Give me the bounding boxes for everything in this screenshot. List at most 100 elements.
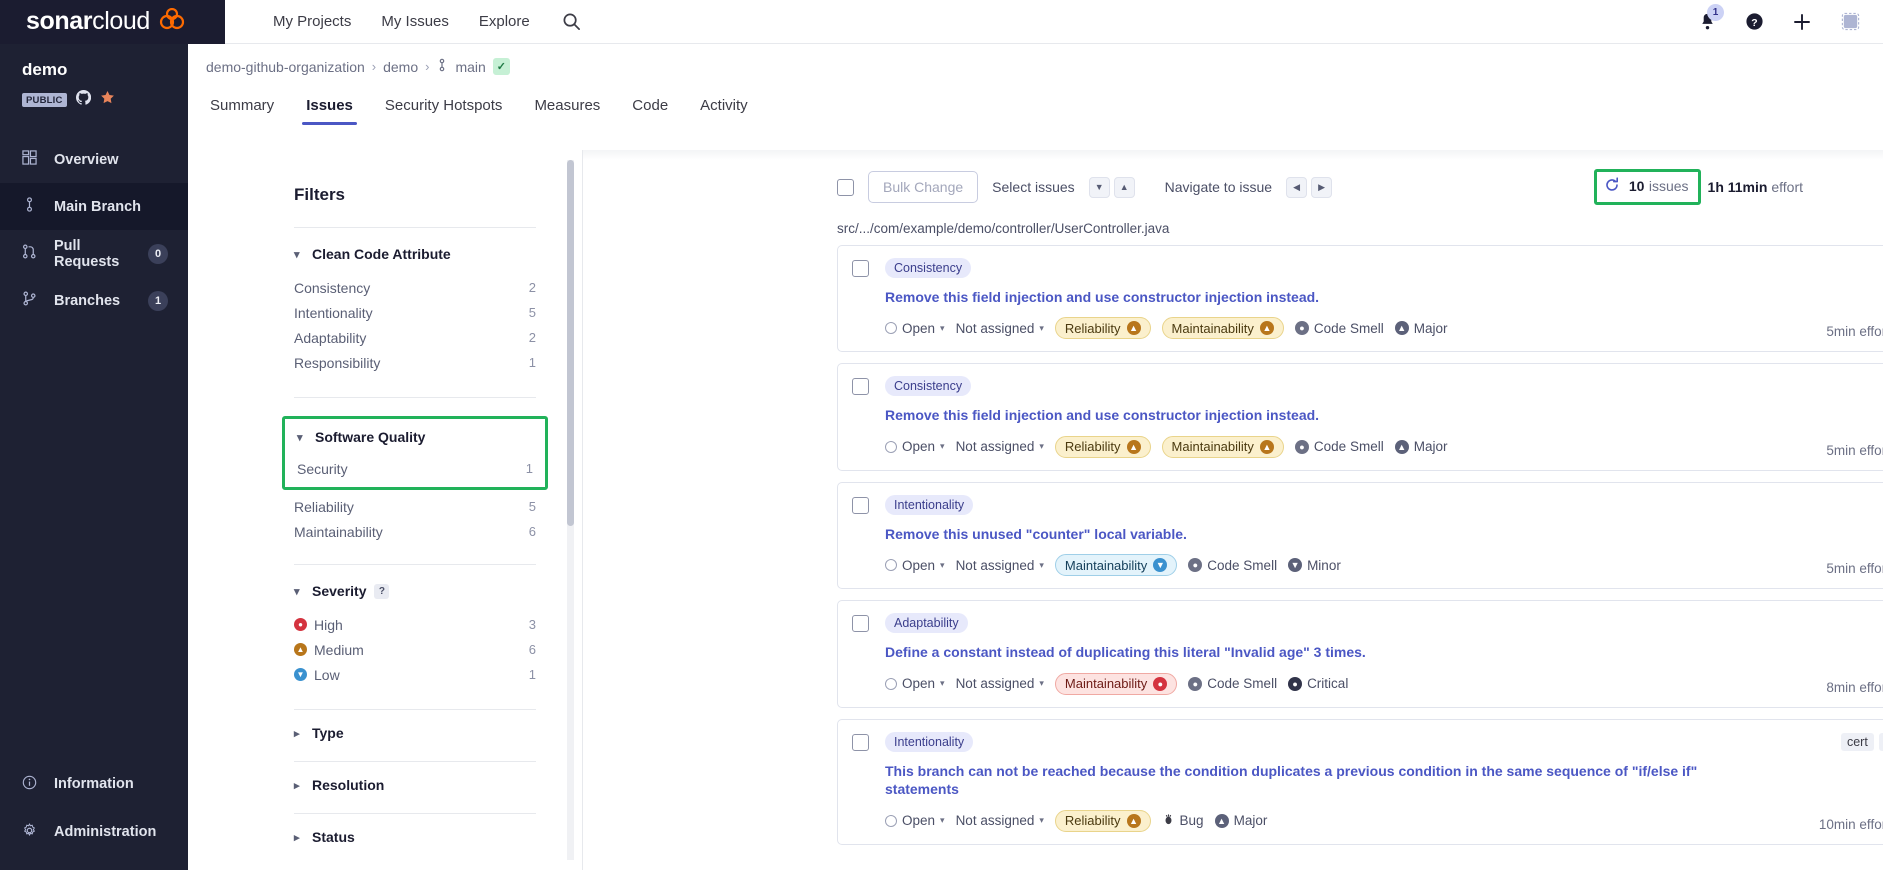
breadcrumb-org[interactable]: demo-github-organization bbox=[206, 59, 365, 75]
issue-card[interactable]: Intentionality Remove this unused "count… bbox=[837, 482, 1883, 589]
issue-message-link[interactable]: Define a constant instead of duplicating… bbox=[885, 643, 1720, 661]
issue-assignee-dropdown[interactable]: Not assigned▾ bbox=[956, 558, 1044, 573]
issue-message-link[interactable]: Remove this field injection and use cons… bbox=[885, 288, 1720, 306]
issue-checkbox[interactable] bbox=[852, 615, 869, 632]
breadcrumb-project[interactable]: demo bbox=[383, 59, 418, 75]
top-bar: sonarcloud My Projects My Issues Explore… bbox=[0, 0, 1883, 44]
filter-group-header[interactable]: ▸ Resolution bbox=[294, 777, 536, 793]
tab-activity[interactable]: Activity bbox=[684, 97, 764, 125]
tab-code[interactable]: Code bbox=[616, 97, 684, 125]
filter-group-type[interactable]: ▸ Type bbox=[294, 710, 536, 741]
filter-group-header[interactable]: ▸ Type bbox=[294, 725, 536, 741]
issue-message-link[interactable]: This branch can not be reached because t… bbox=[885, 762, 1720, 799]
select-next-issue-button[interactable]: ▼ bbox=[1089, 177, 1110, 198]
sidebar-item-pull-requests[interactable]: Pull Requests 0 bbox=[0, 230, 188, 277]
help-icon[interactable]: ? bbox=[1745, 12, 1764, 31]
filter-item-reliability[interactable]: Reliability 5 bbox=[294, 494, 536, 519]
filter-group-header[interactable]: ▸ Status bbox=[294, 829, 536, 845]
issue-card[interactable]: Consistency Remove this field injection … bbox=[837, 245, 1883, 352]
software-quality-badge-maintainability[interactable]: Maintainability▼ bbox=[1055, 554, 1177, 576]
filter-item-maintainability[interactable]: Maintainability 6 bbox=[294, 519, 536, 544]
software-quality-badge-reliability[interactable]: Reliability▲ bbox=[1055, 436, 1151, 458]
quality-label: Maintainability bbox=[1172, 439, 1254, 454]
open-status-icon bbox=[885, 815, 897, 827]
filter-item-low[interactable]: ▼ Low 1 bbox=[294, 662, 536, 687]
github-icon[interactable] bbox=[76, 90, 91, 110]
refresh-icon[interactable] bbox=[1604, 177, 1620, 197]
filter-item-adaptability[interactable]: Adaptability 2 bbox=[294, 325, 536, 350]
filter-item-high[interactable]: ● High 3 bbox=[294, 612, 536, 637]
issue-message-link[interactable]: Remove this unused "counter" local varia… bbox=[885, 525, 1720, 543]
filter-group-resolution[interactable]: ▸ Resolution bbox=[294, 762, 536, 793]
severity-help-icon[interactable]: ? bbox=[374, 584, 389, 599]
issue-checkbox[interactable] bbox=[852, 378, 869, 395]
breadcrumb-branch[interactable]: main bbox=[455, 59, 485, 75]
clean-code-attribute-badge[interactable]: Consistency bbox=[885, 376, 971, 396]
tab-security-hotspots[interactable]: Security Hotspots bbox=[369, 97, 519, 125]
software-quality-badge-maintainability[interactable]: Maintainability▲ bbox=[1162, 317, 1284, 339]
software-quality-badge-reliability[interactable]: Reliability▲ bbox=[1055, 810, 1151, 832]
issue-status-dropdown[interactable]: Open▾ bbox=[885, 321, 945, 336]
issue-checkbox[interactable] bbox=[852, 497, 869, 514]
filter-item-medium[interactable]: ▲ Medium 6 bbox=[294, 637, 536, 662]
issue-status-dropdown[interactable]: Open▾ bbox=[885, 813, 945, 828]
sidebar-item-main-branch[interactable]: Main Branch bbox=[0, 183, 188, 230]
issue-tag[interactable]: pitfall bbox=[1879, 733, 1883, 751]
issue-tag[interactable]: cert bbox=[1841, 733, 1874, 751]
tab-summary[interactable]: Summary bbox=[206, 97, 290, 125]
navigate-next-button[interactable]: ▶ bbox=[1311, 177, 1332, 198]
favorite-star-icon[interactable] bbox=[100, 90, 115, 110]
issue-message-link[interactable]: Remove this field injection and use cons… bbox=[885, 406, 1720, 424]
clean-code-attribute-badge[interactable]: Adaptability bbox=[885, 613, 968, 633]
sidebar-item-overview[interactable]: Overview bbox=[0, 136, 188, 183]
clean-code-attribute-badge[interactable]: Intentionality bbox=[885, 732, 973, 752]
notifications-bell-icon[interactable]: 1 bbox=[1698, 12, 1717, 31]
filter-group-header[interactable]: ▾ Software Quality bbox=[297, 429, 533, 445]
bulk-change-button[interactable]: Bulk Change bbox=[868, 171, 978, 203]
select-all-checkbox[interactable] bbox=[837, 179, 854, 196]
clean-code-attribute-badge[interactable]: Consistency bbox=[885, 258, 971, 278]
issue-card[interactable]: Consistency Remove this field injection … bbox=[837, 363, 1883, 470]
filter-item-consistency[interactable]: Consistency 2 bbox=[294, 275, 536, 300]
issue-assignee-dropdown[interactable]: Not assigned▾ bbox=[956, 439, 1044, 454]
nav-my-projects[interactable]: My Projects bbox=[273, 13, 351, 30]
clean-code-attribute-badge[interactable]: Intentionality bbox=[885, 495, 973, 515]
filter-item-responsibility[interactable]: Responsibility 1 bbox=[294, 350, 536, 375]
brand-logo[interactable]: sonarcloud bbox=[0, 0, 225, 44]
issue-status-dropdown[interactable]: Open▾ bbox=[885, 439, 945, 454]
select-issues-controls: ▼ ▲ bbox=[1089, 177, 1135, 198]
file-path[interactable]: src/.../com/example/demo/controller/User… bbox=[837, 221, 1883, 236]
issue-assignee-dropdown[interactable]: Not assigned▾ bbox=[956, 321, 1044, 336]
software-quality-badge-reliability[interactable]: Reliability▲ bbox=[1055, 317, 1151, 339]
issue-card-right: cert pitfall ... + 10min effort • 1 day … bbox=[1754, 732, 1883, 832]
issue-checkbox[interactable] bbox=[852, 734, 869, 751]
navigate-prev-button[interactable]: ◀ bbox=[1286, 177, 1307, 198]
issue-status-dropdown[interactable]: Open▾ bbox=[885, 676, 945, 691]
issue-assignee-dropdown[interactable]: Not assigned▾ bbox=[956, 676, 1044, 691]
software-quality-badge-maintainability[interactable]: Maintainability● bbox=[1055, 673, 1177, 695]
filter-group-header[interactable]: ▾ Clean Code Attribute bbox=[294, 246, 536, 262]
filter-group-status[interactable]: ▸ Status bbox=[294, 814, 536, 845]
nav-explore[interactable]: Explore bbox=[479, 13, 530, 30]
issue-checkbox[interactable] bbox=[852, 260, 869, 277]
tab-issues[interactable]: Issues bbox=[290, 97, 369, 125]
filter-item-intentionality[interactable]: Intentionality 5 bbox=[294, 300, 536, 325]
filters-scrollbar-thumb[interactable] bbox=[567, 160, 574, 526]
sidebar-item-information[interactable]: Information bbox=[0, 760, 188, 808]
plus-icon[interactable] bbox=[1792, 12, 1812, 32]
sidebar-item-branches[interactable]: Branches 1 bbox=[0, 277, 188, 324]
apps-icon[interactable] bbox=[1840, 11, 1861, 32]
tab-measures[interactable]: Measures bbox=[518, 97, 616, 125]
sidebar-item-administration[interactable]: Administration bbox=[0, 808, 188, 856]
filter-item-count: 2 bbox=[529, 280, 536, 295]
filter-item-security[interactable]: Security 1 bbox=[297, 456, 533, 481]
issue-assignee-dropdown[interactable]: Not assigned▾ bbox=[956, 813, 1044, 828]
select-prev-issue-button[interactable]: ▲ bbox=[1114, 177, 1135, 198]
issue-card[interactable]: Adaptability Define a constant instead o… bbox=[837, 600, 1883, 707]
search-icon[interactable] bbox=[562, 12, 581, 31]
nav-my-issues[interactable]: My Issues bbox=[381, 13, 449, 30]
software-quality-badge-maintainability[interactable]: Maintainability▲ bbox=[1162, 436, 1284, 458]
issue-card[interactable]: Intentionality This branch can not be re… bbox=[837, 719, 1883, 845]
filter-group-header[interactable]: ▾ Severity ? bbox=[294, 583, 536, 599]
issue-status-dropdown[interactable]: Open▾ bbox=[885, 558, 945, 573]
